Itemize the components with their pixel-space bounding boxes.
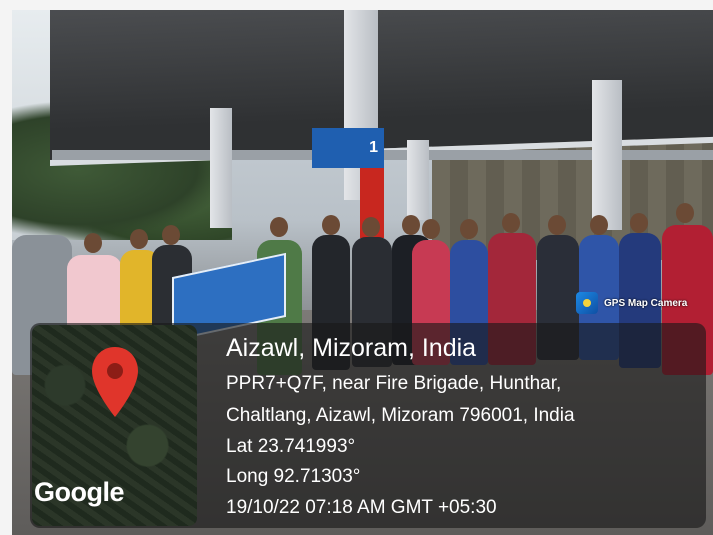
head — [502, 213, 520, 233]
place-title: Aizawl, Mizoram, India — [226, 334, 477, 362]
head — [548, 215, 566, 235]
google-logo: Google — [34, 477, 125, 507]
head — [84, 233, 102, 253]
head — [590, 215, 608, 235]
head — [270, 217, 288, 237]
pump-number: 1 — [369, 139, 378, 156]
head — [162, 225, 180, 245]
map-thumbnail: Google — [32, 325, 197, 526]
watermark-app-name: GPS Map Camera — [604, 297, 688, 309]
head — [630, 213, 648, 233]
pump-sign: 1 — [312, 128, 384, 168]
head — [676, 203, 694, 223]
gps-camera-icon — [576, 292, 598, 314]
timestamp: 19/10/22 07:18 AM GMT +05:30 — [226, 497, 497, 518]
address-line-1: PPR7+Q7F, near Fire Brigade, Hunthar, — [226, 373, 562, 394]
gps-map-camera-watermark: GPS Map Camera — [576, 290, 687, 316]
head — [130, 229, 148, 249]
head — [422, 219, 440, 239]
map-pin-icon — [92, 347, 138, 417]
head — [402, 215, 420, 235]
latitude: Lat 23.741993° — [226, 436, 356, 457]
head — [362, 217, 380, 237]
head — [460, 219, 478, 239]
head — [322, 215, 340, 235]
address-line-2: Chaltlang, Aizawl, Mizoram 796001, India — [226, 405, 575, 426]
longitude: Long 92.71303° — [226, 466, 361, 487]
